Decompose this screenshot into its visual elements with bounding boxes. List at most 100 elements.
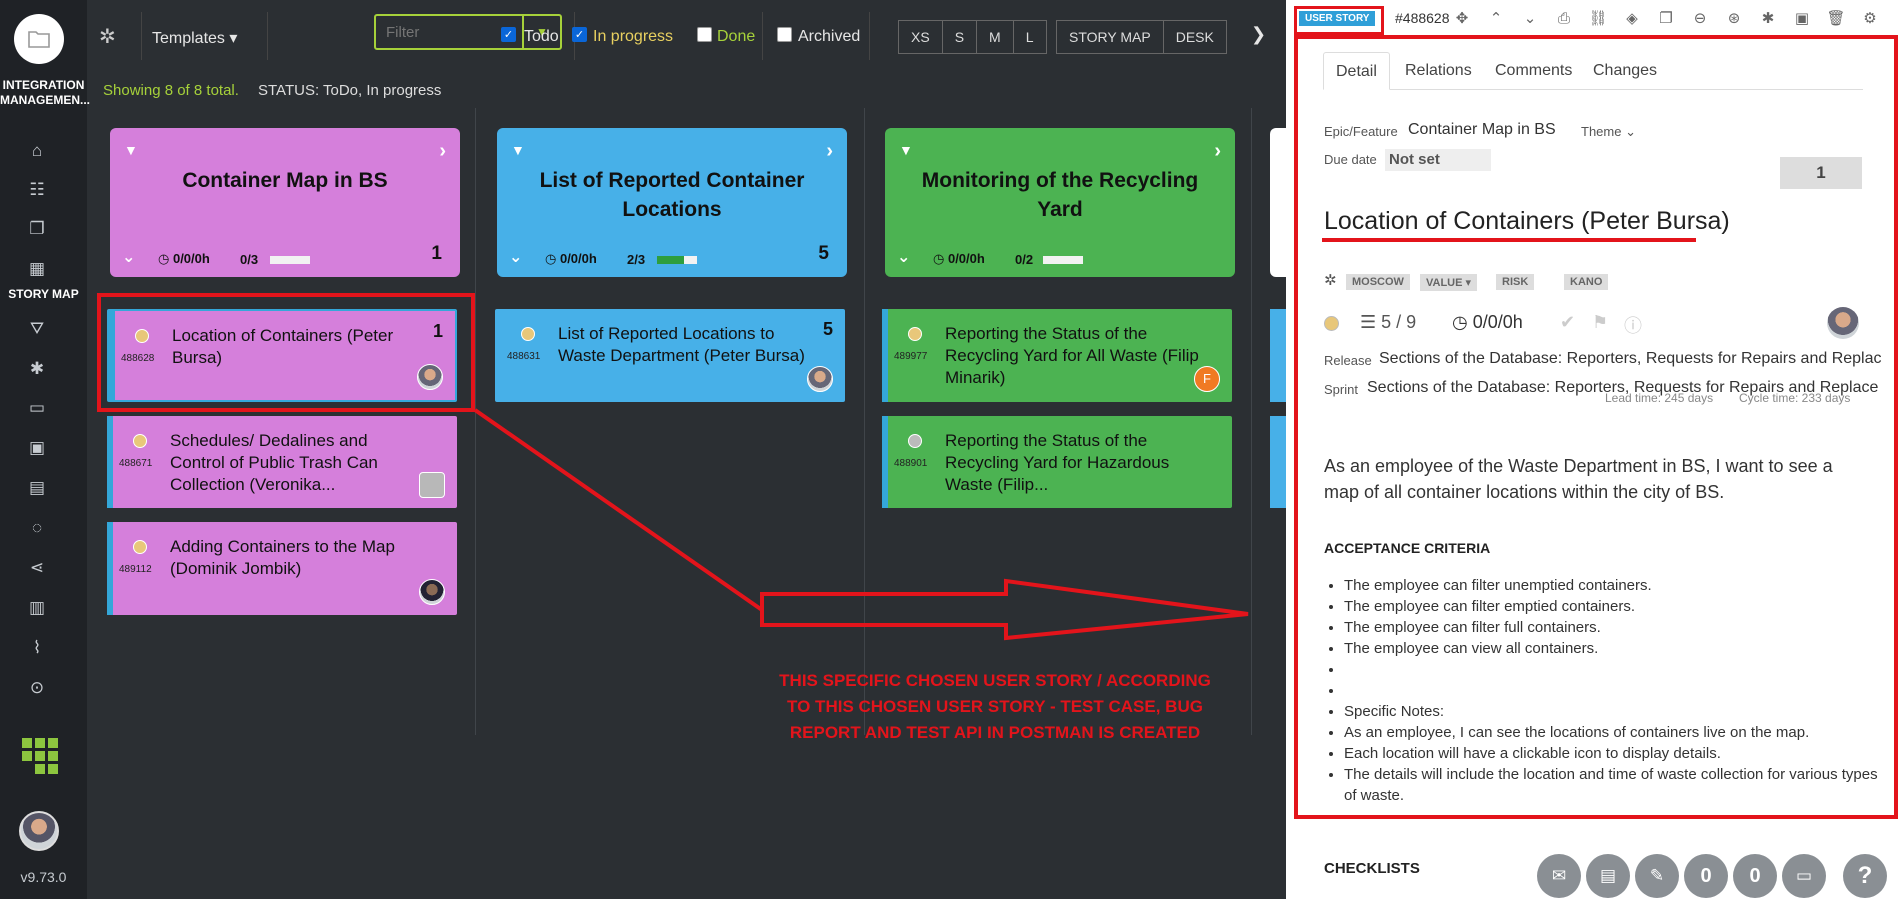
chevron-up-icon[interactable]: ⌃ xyxy=(1486,9,1506,29)
filter-input[interactable] xyxy=(376,16,521,48)
story-card[interactable]: 489977 Reporting the Status of the Recyc… xyxy=(882,309,1232,402)
triangle-down-icon[interactable]: ▼ xyxy=(124,142,138,158)
showing-count: Showing 8 of 8 total. xyxy=(103,82,239,99)
paint-icon[interactable]: ◈ xyxy=(1622,9,1642,29)
assignee-avatar xyxy=(807,366,833,392)
status-dot xyxy=(521,327,535,341)
story-title: Reporting the Status of the Recycling Ya… xyxy=(945,324,1199,387)
size-selector: XS S M L xyxy=(898,20,1047,54)
copy-icon[interactable]: ❐ xyxy=(26,218,48,240)
priority-icon[interactable]: ⊛ xyxy=(1724,9,1744,29)
desk-view-button[interactable]: DESK xyxy=(1164,21,1226,53)
sparkle-icon[interactable]: ✲ xyxy=(99,24,116,49)
highlight-box xyxy=(97,293,475,412)
epic-progress-bar xyxy=(270,256,310,264)
briefcase-icon[interactable]: ▣ xyxy=(26,437,48,459)
card-icon[interactable]: ▭ xyxy=(26,397,48,419)
story-card[interactable]: 488671 Schedules/ Dedalines and Control … xyxy=(107,416,457,508)
duplicate-icon[interactable]: ❐ xyxy=(1656,9,1676,29)
story-title: Schedules/ Dedalines and Control of Publ… xyxy=(170,431,378,494)
calendar-icon[interactable]: ▤ xyxy=(26,477,48,499)
view-selector: STORY MAP DESK xyxy=(1056,20,1227,54)
chat-icon[interactable]: ◌ xyxy=(26,517,48,539)
chevron-down-icon[interactable]: ⌄ xyxy=(509,247,522,267)
lightbulb-icon[interactable]: ✱ xyxy=(26,358,48,380)
monitor-icon[interactable]: ▭ xyxy=(1782,854,1826,898)
chevron-down-icon[interactable]: ⌄ xyxy=(897,247,910,267)
story-id: 489112 xyxy=(119,564,152,575)
gear-icon[interactable]: ⚙ xyxy=(1860,9,1880,29)
archived-label: Archived xyxy=(798,28,861,45)
print-icon[interactable]: ⎙ xyxy=(1554,9,1574,29)
triangle-down-icon[interactable]: ▼ xyxy=(511,142,525,158)
story-card[interactable]: 488631 List of Reported Locations to Was… xyxy=(495,309,845,402)
epic-card[interactable]: ▼ › Monitoring of the Recycling Yard ⌄ ◷… xyxy=(885,128,1235,277)
epic-progress-bar xyxy=(657,256,697,264)
status-dot xyxy=(133,540,147,554)
inprogress-checkbox[interactable]: ✓ xyxy=(572,27,587,42)
move-icon[interactable]: ✥ xyxy=(1452,9,1472,29)
epic-progress-bar xyxy=(1043,256,1083,264)
detail-panel: USER STORY #488628 ✥ ⌃ ⌄ ⎙ ⛓ ◈ ❐ ⊖ ⊛ ✱ ▣… xyxy=(1286,0,1904,899)
home-icon[interactable]: ⌂ xyxy=(26,140,48,162)
chevron-right-icon[interactable]: › xyxy=(826,140,833,163)
epic-count: 5 xyxy=(818,243,829,264)
status-filter: STATUS: ToDo, In progress xyxy=(258,82,442,99)
user-avatar[interactable] xyxy=(19,811,59,851)
type-highlight xyxy=(1294,6,1384,35)
done-checkbox[interactable] xyxy=(697,27,712,42)
todo-checkbox[interactable]: ✓ xyxy=(501,27,516,42)
chat-icon[interactable]: ✉ xyxy=(1537,854,1581,898)
trash-icon[interactable]: 🗑 xyxy=(1826,9,1846,29)
chevron-right-icon[interactable]: ❯ xyxy=(1251,24,1266,45)
archived-checkbox[interactable] xyxy=(777,27,792,42)
story-map-view-button[interactable]: STORY MAP xyxy=(1057,21,1164,53)
lightbulb-icon[interactable]: ✱ xyxy=(1758,9,1778,29)
size-l-button[interactable]: L xyxy=(1014,21,1046,53)
size-xs-button[interactable]: XS xyxy=(899,21,943,53)
download-icon[interactable]: ⊙ xyxy=(26,677,48,699)
pencil-icon[interactable]: ✎ xyxy=(1635,854,1679,898)
counter-button[interactable]: 0 xyxy=(1684,854,1728,898)
document-icon[interactable]: ▤ xyxy=(1586,854,1630,898)
epic-card[interactable]: ▼ › List of Reported Container Locations… xyxy=(497,128,847,277)
todo-label: Todo xyxy=(524,28,559,45)
status-dot xyxy=(133,434,147,448)
size-m-button[interactable]: M xyxy=(977,21,1014,53)
story-title: List of Reported Locations to Waste Depa… xyxy=(558,324,805,365)
folder-icon[interactable] xyxy=(14,14,64,64)
robot-avatar xyxy=(419,472,445,498)
story-id: 488631 xyxy=(507,351,541,362)
road-icon[interactable]: ⛛ xyxy=(26,318,48,340)
chevron-down-icon[interactable]: ⌄ xyxy=(122,247,135,267)
help-icon[interactable]: ? xyxy=(1843,854,1887,898)
story-map-label[interactable]: STORY MAP xyxy=(0,287,87,301)
chevron-right-icon[interactable]: › xyxy=(439,140,446,163)
backlog-icon[interactable]: ☷ xyxy=(26,179,48,201)
size-s-button[interactable]: S xyxy=(943,21,978,53)
panel-highlight xyxy=(1294,35,1898,819)
brand-logo xyxy=(22,738,58,774)
archive-icon[interactable]: ▣ xyxy=(1792,9,1812,29)
paperclip-icon[interactable]: ⌇ xyxy=(26,637,48,659)
assignee-avatar xyxy=(419,579,445,605)
epic-time: ◷ 0/0/0h xyxy=(933,251,985,266)
epic-progress-fraction: 0/3 xyxy=(240,252,259,267)
chevron-right-icon[interactable]: › xyxy=(1214,140,1221,163)
chart-icon[interactable]: ▥ xyxy=(26,597,48,619)
item-id: #488628 xyxy=(1395,10,1450,26)
triangle-down-icon[interactable]: ▼ xyxy=(899,142,913,158)
story-map-icon[interactable]: ▦ xyxy=(26,258,48,280)
story-points: 5 xyxy=(822,319,833,339)
counter-button[interactable]: 0 xyxy=(1733,854,1777,898)
link-icon[interactable]: ⛓ xyxy=(1588,9,1608,29)
epic-title: Monitoring of the Recycling Yard xyxy=(921,169,1199,221)
story-card[interactable]: 489112 Adding Containers to the Map (Dom… xyxy=(107,522,457,615)
share-icon[interactable]: ⋖ xyxy=(26,557,48,579)
templates-dropdown[interactable]: Templates ▾ xyxy=(152,28,237,48)
chevron-down-icon[interactable]: ⌄ xyxy=(1520,9,1540,29)
epic-title: Container Map in BS xyxy=(182,169,388,192)
epic-card[interactable]: ▼ › Container Map in BS ⌄ ◷ 0/0/0h 0/3 1 xyxy=(110,128,460,277)
more-icon[interactable]: ⊖ xyxy=(1690,9,1710,29)
toolbar: ✲ Templates ▾ ▼ ✓ Todo ✓ In progress Don… xyxy=(87,0,1287,74)
